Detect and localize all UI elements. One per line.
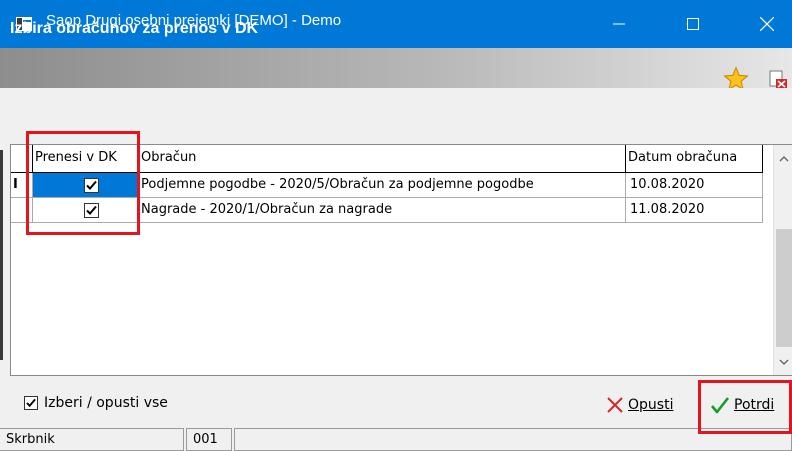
- close-button[interactable]: [744, 0, 790, 48]
- form-header: [0, 48, 792, 88]
- scroll-thumb[interactable]: [776, 229, 792, 347]
- close-form-icon[interactable]: [768, 70, 788, 90]
- status-user-label: Skrbnik: [0, 428, 184, 451]
- cancel-button[interactable]: Opusti: [606, 390, 673, 420]
- select-all-label[interactable]: Izberi / opusti vse: [44, 395, 168, 411]
- highlight-confirm-button: [698, 380, 792, 434]
- status-user-value: 001: [186, 428, 232, 451]
- close-icon: [760, 17, 774, 31]
- left-edge-bar: [0, 150, 3, 360]
- calculation-cell[interactable]: Nagrade - 2020/1/Obračun za nagrade: [139, 198, 626, 223]
- form-title: Izbira obračunov za prenos v DK: [10, 20, 259, 37]
- status-bar: Skrbnik 001: [0, 428, 792, 451]
- cancel-x-icon: [607, 397, 623, 413]
- chevron-up-icon: [779, 156, 789, 162]
- maximize-button[interactable]: [670, 0, 716, 48]
- date-cell[interactable]: 11.08.2020: [626, 198, 763, 223]
- vertical-scrollbar[interactable]: [773, 145, 792, 375]
- column-header-calculation[interactable]: Obračun: [139, 145, 626, 173]
- scroll-up-button[interactable]: [774, 145, 792, 173]
- chevron-down-icon: [779, 359, 789, 365]
- minimize-button[interactable]: [596, 0, 642, 48]
- select-all-checkbox[interactable]: [24, 396, 38, 410]
- column-header-date[interactable]: Datum obračuna: [626, 145, 763, 173]
- date-cell[interactable]: 10.08.2020: [626, 173, 763, 198]
- highlight-transfer-column: [26, 131, 140, 235]
- calculation-cell[interactable]: Podjemne pogodbe - 2020/5/Obračun za pod…: [139, 173, 626, 198]
- checkmark-icon: [26, 398, 36, 408]
- minimize-icon: [613, 23, 625, 25]
- scroll-down-button[interactable]: [774, 351, 792, 373]
- cancel-button-label: Opusti: [628, 397, 674, 413]
- maximize-icon: [687, 18, 699, 30]
